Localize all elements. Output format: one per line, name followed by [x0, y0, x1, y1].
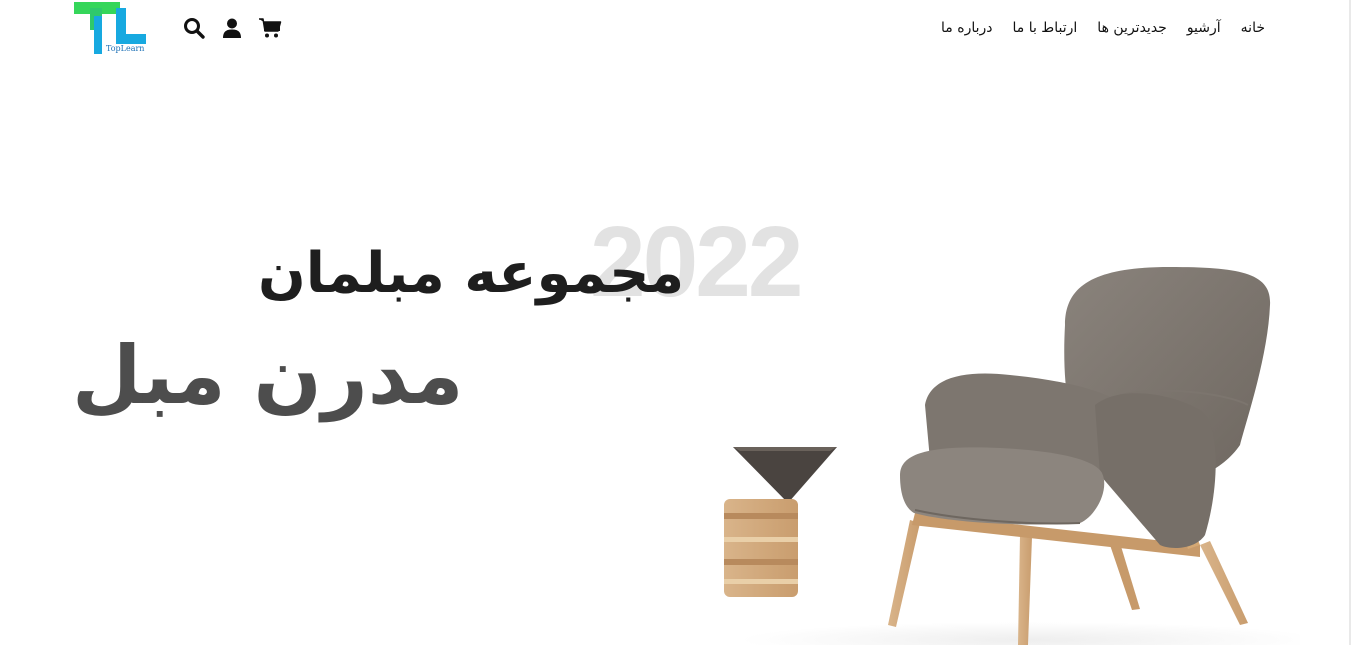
logo-brand-text: TopLearn [106, 44, 145, 53]
landing-page: TopLearn خانه آرشیو جدیدترین ها ارتباط ب… [0, 0, 1351, 645]
nav-item-newest[interactable]: جدیدترین ها [1097, 20, 1167, 36]
nav-item-about[interactable]: درباره ما [941, 20, 992, 36]
header-actions [182, 16, 282, 40]
user-icon[interactable] [220, 16, 244, 40]
hero-title: مجموعه مبلمان [258, 241, 685, 306]
hero-subtitle: مدرن مبل [72, 329, 464, 422]
nav-item-archive[interactable]: آرشیو [1187, 20, 1221, 36]
main-nav: خانه آرشیو جدیدترین ها ارتباط با ما دربا… [941, 20, 1265, 36]
nav-item-home[interactable]: خانه [1241, 20, 1265, 36]
search-icon[interactable] [182, 16, 206, 40]
cart-icon[interactable] [258, 16, 282, 40]
nav-item-contact[interactable]: ارتباط با ما [1012, 20, 1077, 36]
armchair-and-side-table-image [724, 267, 1300, 645]
